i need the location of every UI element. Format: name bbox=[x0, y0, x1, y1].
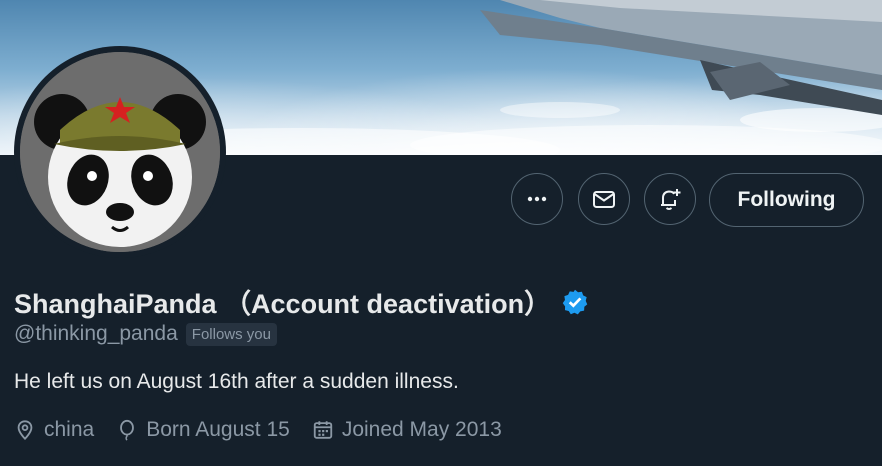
location-text: china bbox=[44, 418, 95, 441]
following-label: Following bbox=[737, 188, 836, 211]
following-button[interactable]: Following bbox=[709, 173, 864, 227]
location-item: china bbox=[14, 418, 94, 442]
birthday-item: Born August 15 bbox=[116, 418, 290, 442]
envelope-icon bbox=[593, 191, 615, 208]
avatar[interactable] bbox=[20, 52, 220, 252]
display-name: ShanghaiPanda （Account deactivation） bbox=[14, 289, 552, 319]
more-button[interactable] bbox=[511, 173, 563, 225]
birthday-text: Born August 15 bbox=[146, 418, 290, 441]
notifications-button[interactable] bbox=[644, 173, 696, 225]
message-button[interactable] bbox=[578, 173, 630, 225]
bell-plus-icon bbox=[661, 189, 681, 210]
panda-avatar-image bbox=[20, 52, 220, 252]
location-pin-icon bbox=[17, 420, 33, 441]
verified-badge-icon[interactable] bbox=[561, 288, 589, 316]
handle-row: @thinking_panda Follows you bbox=[14, 322, 277, 346]
handle: @thinking_panda bbox=[14, 322, 178, 345]
joined-item: Joined May 2013 bbox=[312, 418, 502, 442]
bio: He left us on August 16th after a sudden… bbox=[14, 370, 459, 393]
follows-you-badge: Follows you bbox=[185, 322, 277, 346]
joined-text: Joined May 2013 bbox=[341, 418, 502, 441]
display-name-row: ShanghaiPanda （Account deactivation） bbox=[14, 282, 589, 321]
more-icon bbox=[527, 196, 547, 202]
calendar-icon bbox=[313, 421, 332, 439]
balloon-icon bbox=[120, 419, 135, 441]
profile-meta: china Born August 15 Joined May 2013 bbox=[14, 418, 524, 442]
